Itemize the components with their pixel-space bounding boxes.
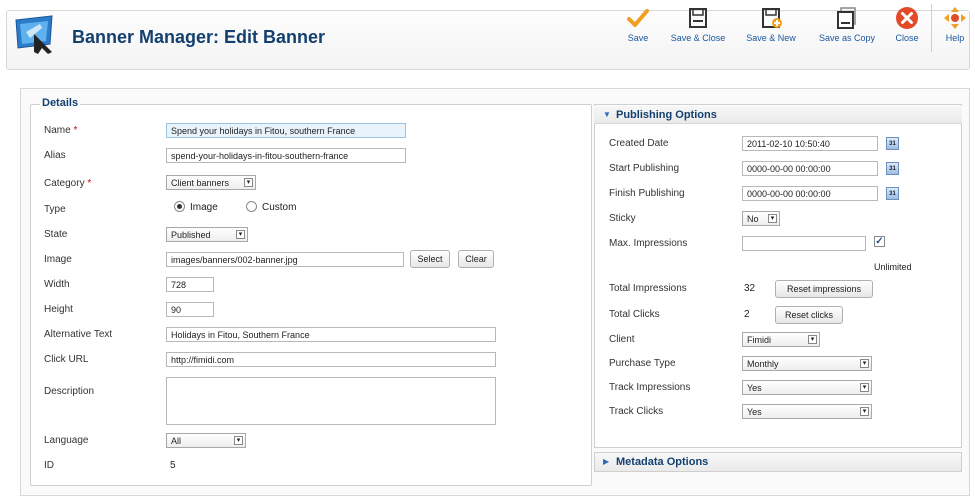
- help-label: Help: [945, 33, 965, 43]
- alias-label: Alias: [44, 150, 66, 161]
- type-custom-label: Custom: [262, 202, 297, 213]
- created-date-label: Created Date: [609, 138, 669, 149]
- total-clicks-value: 2: [744, 309, 750, 320]
- track-clicks-label: Track Clicks: [609, 406, 664, 417]
- max-impressions-input[interactable]: [742, 236, 866, 251]
- save-button[interactable]: Save: [618, 0, 658, 56]
- width-input[interactable]: 728: [166, 277, 214, 292]
- image-label: Image: [44, 254, 72, 265]
- name-input[interactable]: Spend your holidays in Fitou, southern F…: [166, 123, 406, 138]
- chevron-down-icon: ▾: [234, 436, 243, 445]
- save-copy-button[interactable]: Save as Copy: [810, 0, 884, 56]
- state-label: State: [44, 229, 68, 240]
- category-select[interactable]: Client banners ▾: [166, 175, 256, 190]
- language-label: Language: [44, 435, 89, 446]
- language-select[interactable]: All ▾: [166, 433, 246, 448]
- save-close-label: Save & Close: [670, 33, 726, 43]
- chevron-down-icon: ▾: [860, 407, 869, 416]
- created-date-input[interactable]: 2011-02-10 10:50:40: [742, 136, 878, 151]
- finish-publishing-label: Finish Publishing: [609, 188, 685, 199]
- type-image-label: Image: [190, 202, 218, 213]
- help-button[interactable]: Help: [940, 0, 970, 56]
- page-title: Banner Manager: Edit Banner: [72, 27, 326, 47]
- clear-image-button[interactable]: Clear: [458, 250, 494, 268]
- chevron-down-icon: ▾: [860, 383, 869, 392]
- track-impressions-label: Track Impressions: [609, 382, 691, 393]
- details-legend: Details: [40, 97, 81, 109]
- max-impressions-label: Max. Impressions: [609, 238, 688, 249]
- track-clicks-select[interactable]: Yes ▾: [742, 404, 872, 419]
- sticky-select[interactable]: No ▾: [742, 211, 780, 226]
- metadata-options-title[interactable]: Metadata Options: [616, 456, 708, 468]
- total-impressions-value: 32: [744, 283, 756, 294]
- calendar-icon[interactable]: 31: [886, 137, 899, 150]
- type-label: Type: [44, 204, 66, 215]
- type-custom-radio[interactable]: [246, 201, 257, 212]
- click-url-label: Click URL: [44, 354, 89, 365]
- chevron-down-icon: ▾: [236, 230, 245, 239]
- expand-down-icon[interactable]: ▼: [603, 110, 611, 119]
- save-copy-label: Save as Copy: [818, 33, 876, 43]
- description-textarea[interactable]: [166, 377, 496, 425]
- client-select[interactable]: Fimidi ▾: [742, 332, 820, 347]
- track-impressions-select[interactable]: Yes ▾: [742, 380, 872, 395]
- finish-publishing-input[interactable]: 0000-00-00 00:00:00: [742, 186, 878, 201]
- chevron-down-icon: ▾: [768, 214, 777, 223]
- calendar-icon[interactable]: 31: [886, 162, 899, 175]
- category-label: Category *: [44, 178, 92, 189]
- alias-input[interactable]: spend-your-holidays-in-fitou-southern-fr…: [166, 148, 406, 163]
- floppy-disk-copy-icon: [837, 7, 856, 29]
- state-select[interactable]: Published ▾: [166, 227, 248, 242]
- close-label: Close: [895, 33, 919, 43]
- chevron-down-icon: ▾: [860, 359, 869, 368]
- required-mark: *: [87, 178, 92, 189]
- sticky-label: Sticky: [609, 213, 636, 224]
- reset-impressions-button[interactable]: Reset impressions: [775, 280, 873, 298]
- width-label: Width: [44, 279, 70, 290]
- id-value: 5: [170, 460, 176, 471]
- toolbar-divider: [931, 4, 932, 52]
- purchase-type-select[interactable]: Monthly ▾: [742, 356, 872, 371]
- floppy-disk-icon: [689, 8, 707, 28]
- floppy-disk-new-icon: [762, 8, 782, 28]
- type-image-radio[interactable]: [174, 201, 185, 212]
- height-label: Height: [44, 304, 73, 315]
- unlimited-checkbox[interactable]: ✓: [874, 236, 885, 247]
- total-clicks-label: Total Clicks: [609, 309, 660, 320]
- save-new-button[interactable]: Save & New: [740, 0, 802, 56]
- select-image-button[interactable]: Select: [410, 250, 450, 268]
- name-label: Name *: [44, 125, 78, 136]
- id-label: ID: [44, 460, 54, 471]
- checkmark-icon: [627, 9, 649, 27]
- expand-right-icon[interactable]: ▶: [603, 457, 609, 466]
- total-impressions-label: Total Impressions: [609, 283, 687, 294]
- header: Banner Manager: Edit Banner Save Save & …: [0, 0, 975, 80]
- close-icon: [896, 7, 918, 29]
- click-url-input[interactable]: http://fimidi.com: [166, 352, 496, 367]
- chevron-down-icon: ▾: [244, 178, 253, 187]
- help-icon: [944, 7, 966, 29]
- publishing-options-title[interactable]: Publishing Options: [616, 109, 717, 121]
- reset-clicks-button[interactable]: Reset clicks: [775, 306, 843, 324]
- start-publishing-label: Start Publishing: [609, 163, 680, 174]
- client-label: Client: [609, 334, 635, 345]
- banner-manager-icon: [15, 15, 53, 54]
- unlimited-label: Unlimited: [874, 262, 912, 272]
- height-input[interactable]: 90: [166, 302, 214, 317]
- calendar-icon[interactable]: 31: [886, 187, 899, 200]
- alt-text-label: Alternative Text: [44, 329, 113, 340]
- start-publishing-input[interactable]: 0000-00-00 00:00:00: [742, 161, 878, 176]
- required-mark: *: [73, 125, 78, 136]
- chevron-down-icon: ▾: [808, 335, 817, 344]
- save-new-label: Save & New: [746, 33, 796, 43]
- save-label: Save: [627, 33, 649, 43]
- description-label: Description: [44, 386, 95, 397]
- image-path-input[interactable]: images/banners/002-banner.jpg: [166, 252, 404, 267]
- publishing-options-panel: [594, 104, 962, 448]
- alt-text-input[interactable]: Holidays in Fitou, Southern France: [166, 327, 496, 342]
- purchase-type-label: Purchase Type: [609, 358, 676, 369]
- close-button[interactable]: Close: [888, 0, 926, 56]
- save-close-button[interactable]: Save & Close: [664, 0, 732, 56]
